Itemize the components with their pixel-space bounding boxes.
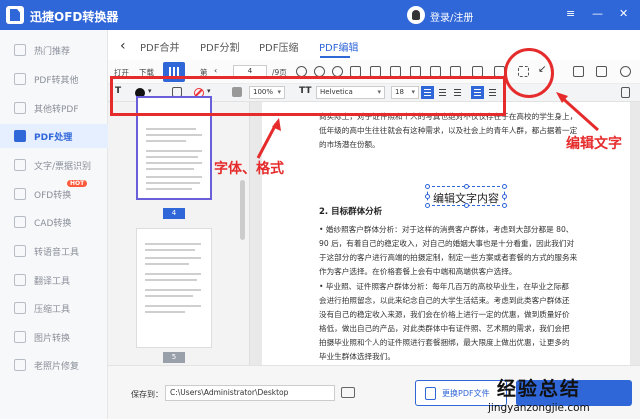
annotation-arrows bbox=[256, 92, 600, 159]
watermark: 经验总结 jingyanzongjie.com bbox=[488, 378, 590, 414]
